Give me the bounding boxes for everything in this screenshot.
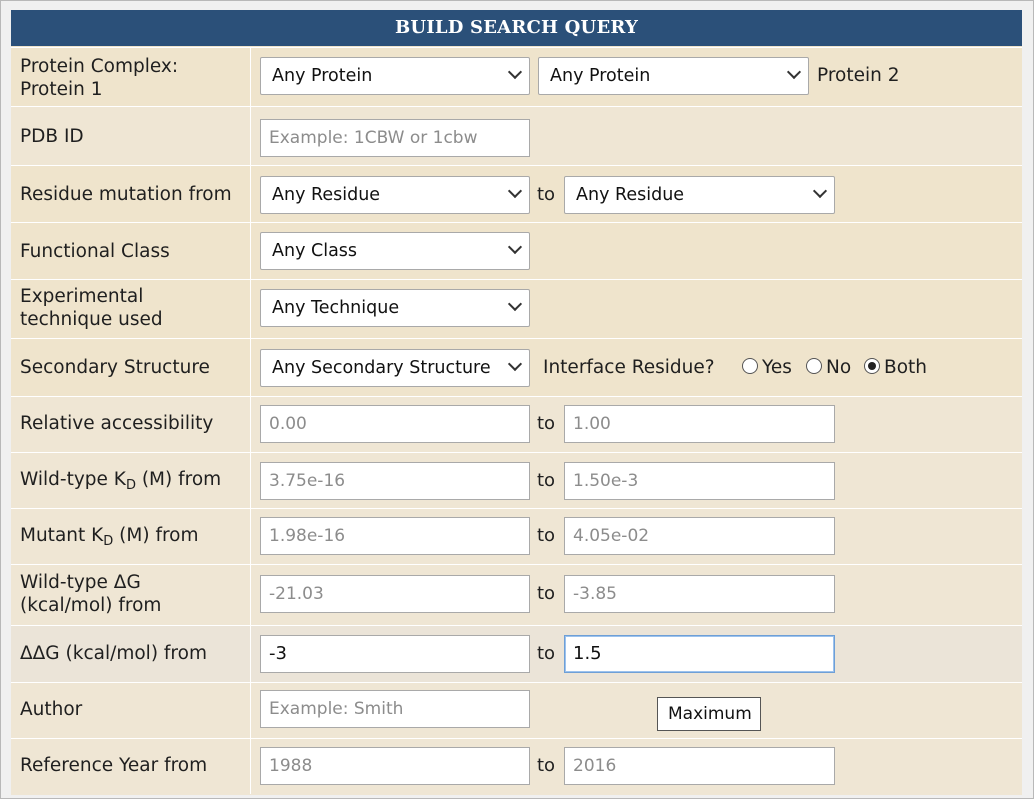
mutant-kd-to-label: to [537,525,556,546]
pdb-id-label: PDB ID [20,126,84,147]
ddg-row: ΔΔG (kcal/mol) from -3 to 1.5 [11,625,1022,682]
wildtype-kd-to-label: to [537,470,556,491]
wildtype-kd-label-text: Wild-type K [20,469,126,490]
mutant-kd-label: Mutant KD (M) from [20,524,199,553]
ddg-to-label: to [537,643,556,664]
accessibility-to-label: to [537,413,556,434]
accessibility-row: Relative accessibility 0.00 to 1.00 [11,396,1022,452]
column-divider [250,47,251,794]
protein2-select[interactable]: Any Protein [538,57,809,95]
protein1-value: Any Protein [272,66,373,86]
chevron-down-icon [786,64,802,80]
protein2-value: Any Protein [550,66,651,86]
functional-class-label: Functional Class [20,241,170,262]
residue-mutation-label: Residue mutation from [20,184,232,205]
secondary-structure-row: Secondary Structure Any Secondary Struct… [11,338,1022,396]
residue-mutation-row: Residue mutation from Any Residue to Any… [11,165,1022,222]
accessibility-from-input[interactable]: 0.00 [260,405,530,443]
secondary-structure-value: Any Secondary Structure [272,358,491,378]
mutant-kd-label-subscript: D [103,534,114,549]
protein-complex-label-line1: Protein Complex: [20,56,179,77]
interface-yes-radio[interactable] [742,358,758,374]
chevron-down-icon [507,183,523,199]
interface-no-radio[interactable] [806,358,822,374]
chevron-down-icon [507,296,523,312]
protein-complex-label-line2: Protein 1 [20,79,103,100]
technique-label-line1: Experimental [20,286,144,307]
interface-no-label: No [826,357,852,378]
technique-label-line2: technique used [20,309,163,330]
panel-title: BUILD SEARCH QUERY [11,10,1022,46]
protein1-select[interactable]: Any Protein [260,57,530,95]
wildtype-dg-label-line1: Wild-type ΔG [20,572,141,593]
maximum-button[interactable]: Maximum [657,697,761,731]
interface-both-radio[interactable] [864,358,880,374]
author-row: Author Example: Smith Maximum [11,682,1022,738]
wildtype-kd-label-unit: (M) from [135,469,222,490]
interface-residue-label: Interface Residue? [543,357,715,378]
mutant-kd-label-text: Mutant K [20,525,104,546]
mutant-kd-label-unit: (M) from [113,525,199,546]
mutant-kd-from-input[interactable]: 1.98e-16 [260,517,530,555]
technique-label: Experimental technique used [20,285,163,331]
wildtype-kd-label-subscript: D [125,478,136,493]
functional-class-value: Any Class [272,241,358,261]
wildtype-kd-to-input[interactable]: 1.50e-3 [564,462,835,500]
wildtype-kd-label: Wild-type KD (M) from [20,468,221,497]
author-input[interactable]: Example: Smith [260,690,530,728]
mutant-kd-to-input[interactable]: 4.05e-02 [564,517,835,555]
interface-yes-label: Yes [762,357,792,378]
author-label: Author [20,699,83,720]
reference-year-row: Reference Year from 1988 to 2016 [11,738,1022,795]
functional-class-row: Functional Class Any Class [11,222,1022,279]
wildtype-kd-row: Wild-type KD (M) from 3.75e-16 to 1.50e-… [11,452,1022,508]
wildtype-dg-to-label: to [537,583,556,604]
chevron-down-icon [812,183,828,199]
mutant-kd-row: Mutant KD (M) from 1.98e-16 to 4.05e-02 [11,508,1022,564]
wildtype-dg-label: Wild-type ΔG (kcal/mol) from [20,571,161,617]
chevron-down-icon [507,239,523,255]
residue-to-label: to [537,184,556,205]
wildtype-dg-from-input[interactable]: -21.03 [260,575,530,613]
reference-year-label: Reference Year from [20,755,208,776]
pdb-id-input[interactable]: Example: 1CBW or 1cbw [260,119,530,157]
interface-both-label: Both [884,357,927,378]
wildtype-dg-row: Wild-type ΔG (kcal/mol) from -21.03 to -… [11,564,1022,625]
ddg-label: ΔΔG (kcal/mol) from [20,643,207,664]
pdb-id-row: PDB ID Example: 1CBW or 1cbw [11,106,1022,165]
functional-class-select[interactable]: Any Class [260,232,530,270]
residue-to-value: Any Residue [576,185,685,205]
search-query-panel: BUILD SEARCH QUERY Protein Complex: Prot… [11,10,1022,795]
accessibility-to-input[interactable]: 1.00 [564,405,835,443]
protein-complex-row: Protein Complex: Protein 1 Any Protein A… [11,47,1022,106]
ddg-from-input[interactable]: -3 [260,635,530,673]
residue-to-select[interactable]: Any Residue [564,176,835,214]
window-frame: BUILD SEARCH QUERY Protein Complex: Prot… [0,0,1034,799]
secondary-structure-label: Secondary Structure [20,357,210,378]
technique-row: Experimental technique used Any Techniqu… [11,279,1022,338]
residue-from-select[interactable]: Any Residue [260,176,530,214]
wildtype-dg-label-line2: (kcal/mol) from [20,595,162,616]
technique-value: Any Technique [272,298,400,318]
chevron-down-icon [507,64,523,80]
protein2-label: Protein 2 [817,65,900,86]
technique-select[interactable]: Any Technique [260,289,530,327]
wildtype-dg-to-input[interactable]: -3.85 [564,575,835,613]
chevron-down-icon [507,356,523,372]
secondary-structure-select[interactable]: Any Secondary Structure [260,349,530,387]
accessibility-label: Relative accessibility [20,413,214,434]
ddg-to-input[interactable]: 1.5 [564,635,835,673]
year-from-input[interactable]: 1988 [260,747,530,785]
wildtype-kd-from-input[interactable]: 3.75e-16 [260,462,530,500]
year-to-input[interactable]: 2016 [564,747,835,785]
residue-from-value: Any Residue [272,185,381,205]
year-to-label: to [537,755,556,776]
protein-complex-label: Protein Complex: Protein 1 [20,55,178,101]
